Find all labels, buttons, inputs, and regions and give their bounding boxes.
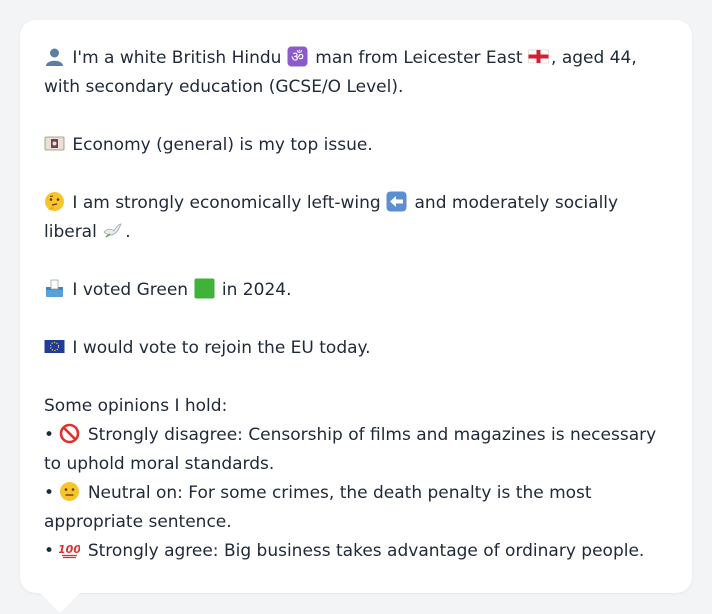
vote-text-after: in 2024. bbox=[221, 280, 292, 300]
thinking-face-icon bbox=[44, 191, 65, 212]
eu-line: I would vote to rejoin the EU today. bbox=[44, 334, 668, 363]
ideology-text-before: I am strongly economically left-wing bbox=[72, 193, 381, 213]
dove-icon bbox=[102, 220, 123, 241]
identity-line: I'm a white British Hindu ॐ man from Lei… bbox=[44, 44, 668, 102]
vote-text-before: I voted Green bbox=[72, 280, 189, 300]
svg-text:ॐ: ॐ bbox=[291, 50, 304, 66]
ideology-text-after: . bbox=[125, 222, 131, 242]
bullet: • bbox=[44, 483, 55, 503]
hundred-points-icon: 100 bbox=[59, 539, 80, 560]
chat-message-bubble: I'm a white British Hindu ॐ man from Lei… bbox=[20, 20, 692, 593]
ideology-line: I am strongly economically left-wing and… bbox=[44, 189, 668, 247]
green-square-icon bbox=[194, 278, 215, 299]
top-issue-line: Economy (general) is my top issue. bbox=[44, 131, 668, 160]
vote-line: I voted Green in 2024. bbox=[44, 276, 668, 305]
eu-flag-icon bbox=[44, 336, 65, 357]
opinion-item: • Neutral on: For some crimes, the death… bbox=[44, 479, 668, 537]
opinion-text: Neutral on: For some crimes, the death p… bbox=[44, 483, 592, 532]
person-silhouette-icon bbox=[44, 46, 65, 67]
bubble-tail bbox=[40, 593, 80, 613]
england-flag-icon bbox=[528, 46, 549, 67]
svg-text:100: 100 bbox=[59, 543, 80, 556]
top-issue-text: Economy (general) is my top issue. bbox=[72, 135, 373, 155]
opinion-item: • 100 Strongly agree: Big business takes… bbox=[44, 537, 668, 566]
opinion-item: • Strongly disagree: Censorship of films… bbox=[44, 421, 668, 479]
identity-text-mid: man from Leicester East bbox=[315, 48, 523, 68]
money-bill-icon bbox=[44, 133, 65, 154]
identity-text-before: I'm a white British Hindu bbox=[72, 48, 282, 68]
opinion-text: Strongly agree: Big business takes advan… bbox=[87, 541, 645, 561]
eu-text: I would vote to rejoin the EU today. bbox=[72, 338, 371, 358]
ballot-box-icon bbox=[44, 278, 65, 299]
opinion-text: Strongly disagree: Censorship of films a… bbox=[44, 425, 657, 474]
om-symbol-icon: ॐ bbox=[287, 46, 308, 67]
neutral-face-icon bbox=[59, 481, 80, 502]
left-arrow-icon bbox=[386, 191, 407, 212]
bullet: • bbox=[44, 541, 55, 561]
prohibited-icon bbox=[59, 423, 80, 444]
opinions-heading: Some opinions I hold: bbox=[44, 396, 228, 416]
bullet: • bbox=[44, 425, 55, 445]
